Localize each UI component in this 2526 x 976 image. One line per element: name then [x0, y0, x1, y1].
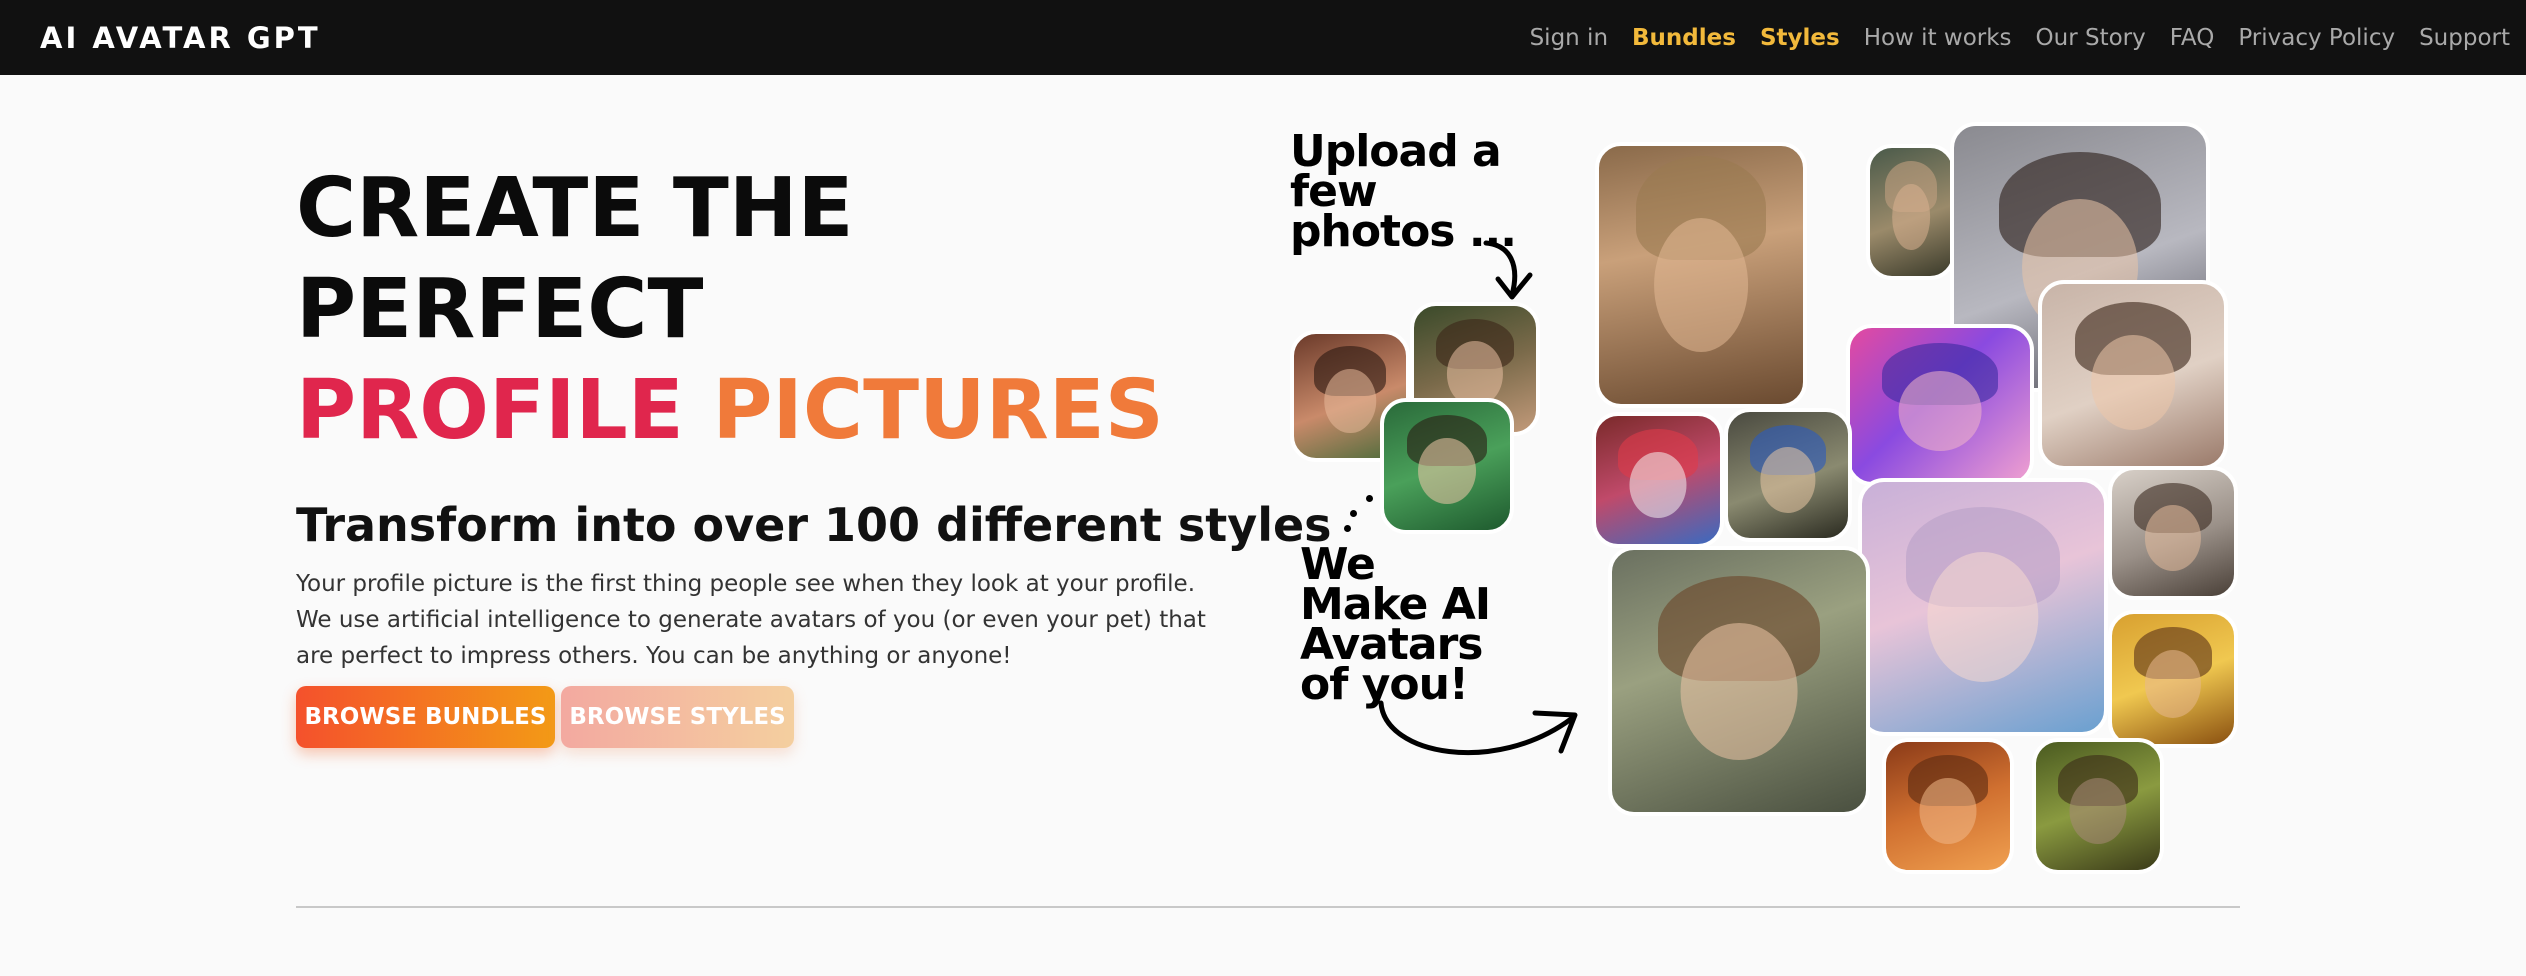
dot-3 — [1344, 525, 1351, 532]
hero-title-line-2: PERFECT — [296, 262, 704, 357]
hero-title: CREATE THE PERFECT PROFILE PICTURES — [296, 158, 1164, 461]
nav-how-it-works[interactable]: How it works — [1864, 25, 2012, 51]
top-navbar: AI AVATAR GPT Sign in Bundles Styles How… — [0, 0, 2526, 75]
nav-links: Sign in Bundles Styles How it works Our … — [1530, 25, 2510, 51]
avatar-portrait-studio — [2038, 280, 2228, 470]
avatar-viking — [1595, 142, 1807, 408]
nav-support[interactable]: Support — [2419, 25, 2510, 51]
avatar-anime — [1858, 478, 2108, 736]
avatar-golden-queen — [2108, 610, 2238, 748]
dot-1 — [1366, 495, 1373, 502]
hero-title-line-1: CREATE THE — [296, 161, 854, 256]
avatar-business-suit — [1608, 546, 1870, 816]
hero-title-profile: PROFILE — [296, 363, 684, 458]
avatar-zombie — [2032, 738, 2164, 874]
avatar-warrior — [1866, 144, 1956, 280]
avatar-sunglasses — [2108, 466, 2238, 600]
nav-faq[interactable]: FAQ — [2170, 25, 2215, 51]
avatar-neon-art — [1846, 324, 2034, 486]
hero-title-pictures: PICTURES — [712, 363, 1164, 458]
nav-styles[interactable]: Styles — [1760, 25, 1840, 51]
nav-privacy-policy[interactable]: Privacy Policy — [2238, 25, 2395, 51]
browse-bundles-button[interactable]: BROWSE BUNDLES — [296, 686, 555, 748]
nav-bundles[interactable]: Bundles — [1632, 25, 1736, 51]
upload-caption: Upload a few photos ... — [1290, 130, 1517, 254]
make-caption: We Make AI Avatars of you! — [1300, 543, 1491, 707]
input-photo-3 — [1380, 398, 1514, 534]
hero-description: Your profile picture is the first thing … — [296, 571, 1206, 669]
avatar-fire — [1882, 738, 2014, 874]
hero-subtitle: Transform into over 100 different styles — [296, 498, 1332, 552]
curved-arrow-right-icon — [1378, 700, 1578, 756]
nav-sign-in[interactable]: Sign in — [1530, 25, 1608, 51]
avatar-clown — [1592, 412, 1724, 548]
section-divider — [296, 906, 2240, 908]
avatar-pearl-earring — [1724, 408, 1852, 542]
hero-title-line-3: PROFILE PICTURES — [296, 360, 1164, 461]
brand-logo[interactable]: AI AVATAR GPT — [40, 21, 321, 55]
dot-2 — [1350, 510, 1357, 517]
curved-arrow-down-icon — [1483, 240, 1533, 300]
nav-our-story[interactable]: Our Story — [2036, 25, 2146, 51]
browse-styles-button[interactable]: BROWSE STYLES — [561, 686, 794, 748]
